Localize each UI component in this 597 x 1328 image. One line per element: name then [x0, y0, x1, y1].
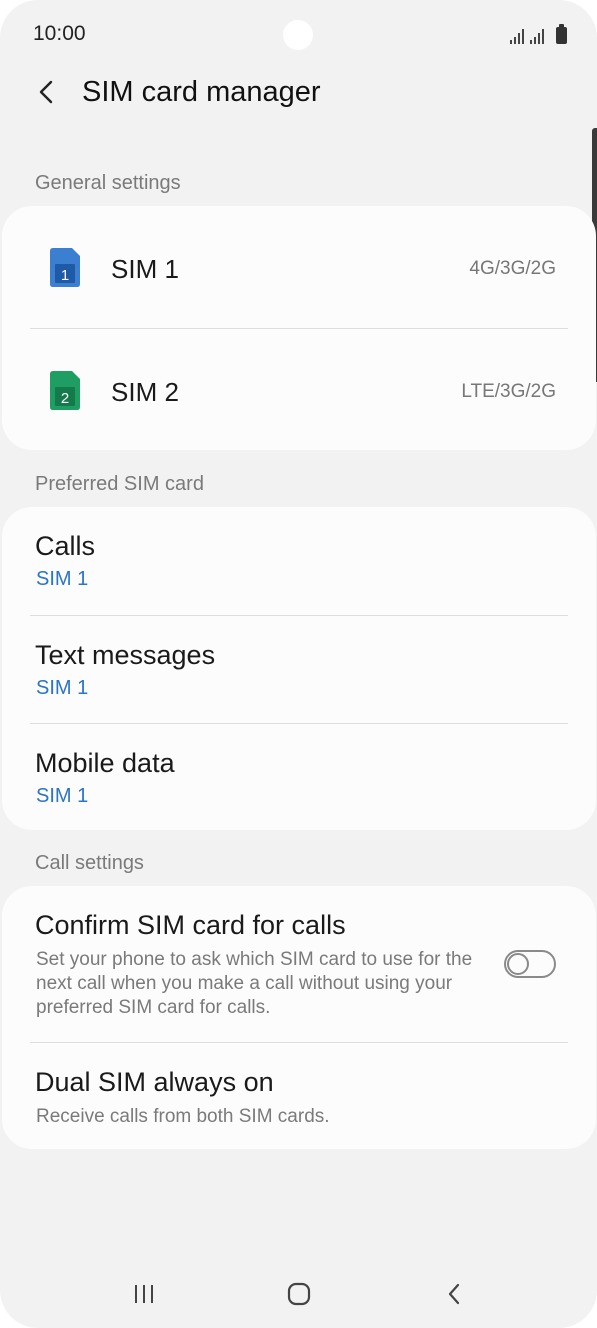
section-label-preferred-sim: Preferred SIM card	[35, 473, 204, 495]
battery-icon	[556, 24, 567, 44]
chevron-left-icon	[39, 80, 53, 104]
preferred-sim-card: Calls SIM 1 Text messages SIM 1 Mobile d…	[2, 507, 596, 830]
status-icons	[510, 22, 567, 44]
sim-badge-number: 1	[61, 267, 69, 284]
sim-row-sim1[interactable]: 1 SIM 1 4G/3G/2G	[2, 206, 596, 328]
pref-value: SIM 1	[36, 568, 89, 590]
page-title: SIM card manager	[82, 76, 321, 108]
sim-name: SIM 2	[111, 377, 179, 407]
recents-icon	[135, 1285, 153, 1303]
call-setting-description: Set your phone to ask which SIM card to …	[36, 949, 473, 1018]
front-camera	[283, 20, 313, 50]
sim-card-icon: 2	[50, 371, 80, 410]
signal-sim1-icon	[510, 28, 524, 44]
confirm-sim-for-calls-row[interactable]: Confirm SIM card for calls Set your phon…	[2, 886, 596, 1042]
dual-sim-always-on-row[interactable]: Dual SIM always on Receive calls from bo…	[2, 1043, 596, 1149]
pref-value: SIM 1	[36, 785, 89, 807]
pref-title: Mobile data	[35, 748, 175, 778]
call-setting-description: Receive calls from both SIM cards.	[36, 1106, 330, 1127]
app-bar: SIM card manager	[0, 62, 597, 126]
signal-sim2-icon	[530, 28, 544, 44]
preferred-mobile-data-row[interactable]: Mobile data SIM 1	[2, 724, 596, 830]
home-button[interactable]	[275, 1280, 323, 1308]
call-setting-title: Dual SIM always on	[35, 1067, 274, 1097]
sim-name: SIM 1	[111, 254, 179, 284]
call-setting-title: Confirm SIM card for calls	[35, 910, 346, 940]
home-icon	[287, 1282, 311, 1306]
sim-card-icon: 1	[50, 248, 80, 287]
sim-cards-card: 1 SIM 1 4G/3G/2G 2 SIM 2 LTE/3G/2G	[2, 206, 596, 450]
preferred-text-messages-row[interactable]: Text messages SIM 1	[2, 616, 596, 724]
pref-value: SIM 1	[36, 677, 89, 699]
toggle-knob	[507, 953, 529, 975]
confirm-sim-toggle[interactable]	[504, 950, 556, 978]
section-label-general-settings: General settings	[35, 172, 181, 194]
sim-network-type: 4G/3G/2G	[469, 258, 556, 279]
pref-title: Calls	[35, 531, 96, 561]
back-button[interactable]	[26, 72, 66, 112]
section-label-call-settings: Call settings	[35, 852, 144, 874]
sim-badge-number: 2	[61, 390, 69, 407]
nav-back-button[interactable]	[430, 1280, 478, 1308]
status-time: 10:00	[33, 22, 86, 45]
sim-network-type: LTE/3G/2G	[461, 381, 556, 402]
pref-title: Text messages	[35, 640, 216, 670]
status-bar: 10:00	[0, 0, 597, 70]
recents-button[interactable]	[120, 1280, 168, 1308]
call-settings-card: Confirm SIM card for calls Set your phon…	[2, 886, 596, 1149]
sim-row-sim2[interactable]: 2 SIM 2 LTE/3G/2G	[2, 329, 596, 450]
navigation-bar	[0, 1258, 597, 1328]
phone-screen: 10:00 SIM card manager General settings	[0, 0, 597, 1328]
back-icon	[448, 1283, 460, 1305]
preferred-calls-row[interactable]: Calls SIM 1	[2, 507, 596, 615]
